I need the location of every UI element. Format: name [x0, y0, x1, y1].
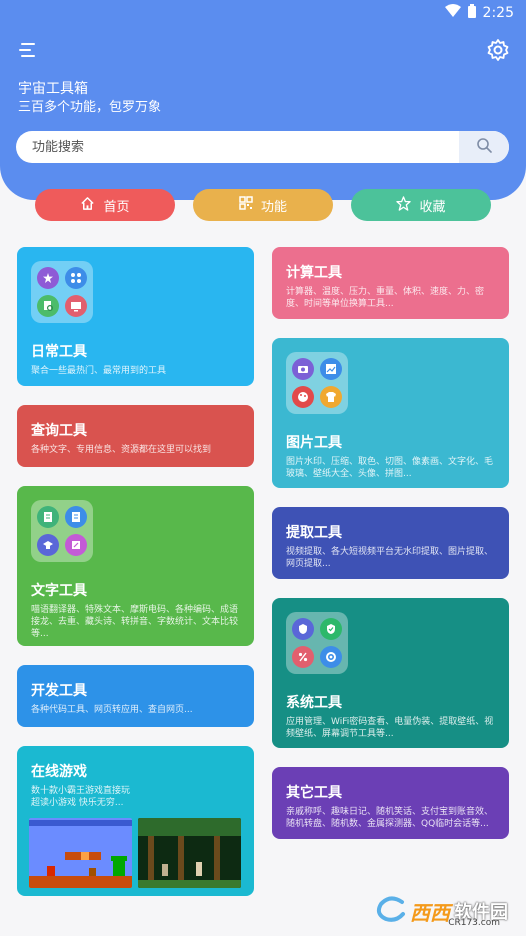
- watermark-logo-icon: [376, 896, 406, 926]
- shirt-icon: [320, 386, 342, 408]
- card-image-desc: 图片水印、压缩、取色、切图、像素画、文字化、毛玻璃、壁纸大全、头像、拼图...: [286, 457, 494, 479]
- card-dev-desc: 各种代码工具、网页转应用、查自网页...: [31, 705, 193, 715]
- home-icon: [80, 196, 95, 215]
- watermark-url: CR173.com: [448, 918, 500, 928]
- card-system-desc: 应用管理、WiFi密码查看、电量伪装、提取壁纸、视频壁纸、屏幕调节工具等...: [286, 717, 494, 739]
- battery-icon: [467, 3, 477, 23]
- gear-icon[interactable]: [486, 38, 510, 62]
- card-extract-tools[interactable]: 提取工具 视频提取、各大短视频平台无水印提取、图片提取、网页提取...: [272, 507, 509, 579]
- game-thumbnail-contra[interactable]: [138, 818, 241, 888]
- palette-icon: [292, 386, 314, 408]
- tab-favorites[interactable]: 收藏: [351, 189, 491, 221]
- card-daily-title: 日常工具: [31, 344, 87, 360]
- app-subtitle: 三百多个功能，包罗万象: [18, 100, 162, 115]
- watermark: 西西 软件园 CR173.com: [376, 896, 508, 928]
- card-online-games[interactable]: 在线游戏 数十款小霸王游戏直接玩 超读小游戏 快乐无穷...: [17, 746, 254, 896]
- grid-icon: [239, 196, 253, 214]
- card-other-desc: 亲戚称呼、趣味日记、随机笑话、支付宝到账音效、随机转盘、随机数、金属探测器、QQ…: [286, 807, 494, 829]
- card-calc-tools[interactable]: 计算工具 计算器、温度、压力、重量、体积、速度、力、密度、时间等单位换算工具..…: [272, 247, 509, 319]
- card-text-tools[interactable]: 文字工具 喵语翻译器、特殊文本、摩斯电码、各种编码、成语接龙、去重、藏头诗、转拼…: [17, 486, 254, 646]
- tab-home-label: 首页: [103, 199, 130, 215]
- card-dev-title: 开发工具: [31, 683, 87, 699]
- card-extract-title: 提取工具: [286, 525, 342, 541]
- card-query-tools[interactable]: 查询工具 各种文字、专用信息、资源都在这里可以找到: [17, 405, 254, 467]
- clock: 2:25: [482, 5, 514, 21]
- wifi-icon: [444, 4, 461, 22]
- system-icon-group: [286, 612, 348, 674]
- search-button[interactable]: [459, 131, 509, 163]
- card-extract-desc: 视频提取、各大短视频平台无水印提取、图片提取、网页提取...: [286, 547, 494, 569]
- search-icon: [476, 137, 492, 157]
- search-bar: [16, 131, 509, 163]
- daily-icon-group: [31, 261, 93, 323]
- card-query-title: 查询工具: [31, 423, 87, 439]
- card-games-desc: 数十款小霸王游戏直接玩 超读小游戏 快乐无穷...: [31, 786, 131, 808]
- edit-icon: [65, 534, 87, 556]
- card-other-title: 其它工具: [286, 785, 342, 801]
- card-daily-desc: 聚合一些最热门、最常用到的工具: [31, 366, 167, 376]
- app-title: 宇宙工具箱: [18, 81, 88, 97]
- camera-icon: [292, 358, 314, 380]
- tab-favorites-label: 收藏: [419, 199, 446, 215]
- card-games-title: 在线游戏: [31, 764, 87, 780]
- puzzle-icon: [37, 267, 59, 289]
- card-text-title: 文字工具: [31, 583, 87, 599]
- card-system-title: 系统工具: [286, 695, 342, 711]
- search-input[interactable]: [16, 131, 459, 163]
- tab-functions[interactable]: 功能: [193, 189, 333, 221]
- card-query-desc: 各种文字、专用信息、资源都在这里可以找到: [31, 445, 212, 455]
- card-image-title: 图片工具: [286, 435, 342, 451]
- game-thumbnails: [29, 818, 241, 888]
- shield-icon: [292, 618, 314, 640]
- graduation-cap-icon: [37, 534, 59, 556]
- image-icon-group: [286, 352, 348, 414]
- card-text-desc: 喵语翻译器、特殊文本、摩斯电码、各种编码、成语接龙、去重、藏头诗、转拼音、字数统…: [31, 605, 239, 639]
- game-thumbnail-mario[interactable]: [29, 818, 132, 888]
- card-calc-desc: 计算器、温度、压力、重量、体积、速度、力、密度、时间等单位换算工具...: [286, 287, 485, 309]
- tab-home[interactable]: 首页: [35, 189, 175, 221]
- card-dev-tools[interactable]: 开发工具 各种代码工具、网页转应用、查自网页...: [17, 665, 254, 727]
- apps-icon: [65, 267, 87, 289]
- menu-icon[interactable]: [16, 38, 40, 62]
- tab-functions-label: 功能: [260, 199, 287, 215]
- card-image-tools[interactable]: 图片工具 图片水印、压缩、取色、切图、像素画、文字化、毛玻璃、壁纸大全、头像、拼…: [272, 338, 509, 488]
- document-icon: [65, 506, 87, 528]
- watermark-logo-text: 西西: [410, 900, 450, 925]
- star-icon: [396, 195, 412, 215]
- card-calc-title: 计算工具: [286, 265, 342, 281]
- monitor-icon: [65, 295, 87, 317]
- card-other-tools[interactable]: 其它工具 亲戚称呼、趣味日记、随机笑话、支付宝到账音效、随机转盘、随机数、金属探…: [272, 767, 509, 839]
- security-icon: [320, 618, 342, 640]
- text-icon-group: [31, 500, 93, 562]
- note-icon: [37, 506, 59, 528]
- settings-icon: [320, 646, 342, 668]
- image-edit-icon: [320, 358, 342, 380]
- doc-search-icon: [37, 295, 59, 317]
- percent-icon: [292, 646, 314, 668]
- status-bar: 2:25: [0, 0, 526, 26]
- card-daily-tools[interactable]: 日常工具 聚合一些最热门、最常用到的工具: [17, 247, 254, 386]
- card-system-tools[interactable]: 系统工具 应用管理、WiFi密码查看、电量伪装、提取壁纸、视频壁纸、屏幕调节工具…: [272, 598, 509, 748]
